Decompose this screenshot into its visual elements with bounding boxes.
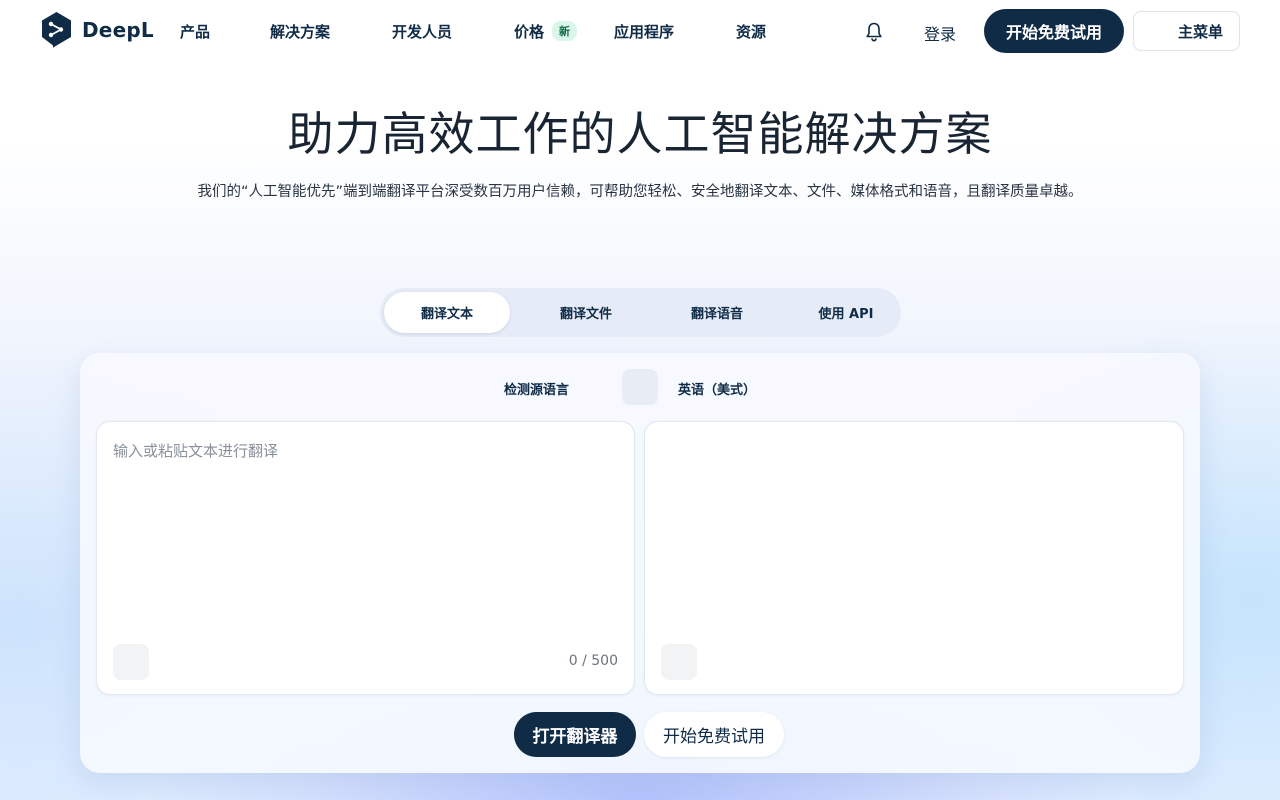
deepl-logo[interactable]: DeepL: [40, 11, 154, 49]
tab-translate-files[interactable]: 翻译文件: [523, 292, 649, 333]
nav-products[interactable]: 产品: [180, 21, 210, 42]
swap-languages-button[interactable]: [622, 369, 658, 405]
deepl-logo-icon: [42, 12, 71, 48]
speaker-button[interactable]: [661, 644, 697, 680]
feature-tabs: 翻译文本 翻译文件 翻译语音 使用 API: [380, 288, 901, 337]
page-title: 助力高效工作的人工智能解决方案: [287, 107, 993, 161]
top-navigation: DeepL 产品 解决方案 开发人员 价格新 应用程序 资源 登录 开始免费试用…: [0, 0, 1280, 64]
start-free-trial-button[interactable]: 开始免费试用: [984, 9, 1124, 53]
new-badge: 新: [552, 21, 578, 41]
tab-use-api[interactable]: 使用 API: [783, 292, 909, 333]
hero-subtitle: 我们的“人工智能优先”端到端翻译平台深受数百万用户信赖，可帮助您轻松、安全地翻译…: [197, 184, 1083, 200]
character-counter: 0 / 500: [568, 653, 618, 669]
source-text-panel: 0 / 500: [96, 421, 635, 695]
tab-translate-text[interactable]: 翻译文本: [384, 292, 510, 333]
login-link[interactable]: 登录: [924, 21, 956, 45]
nav-solutions[interactable]: 解决方案: [270, 21, 330, 42]
card-start-free-trial-button[interactable]: 开始免费试用: [644, 712, 784, 757]
bell-icon[interactable]: [862, 20, 886, 44]
source-language-selector[interactable]: 检测源语言: [504, 379, 569, 398]
open-translator-button[interactable]: 打开翻译器: [514, 712, 636, 757]
nav-resources[interactable]: 资源: [736, 21, 766, 42]
microphone-button[interactable]: [113, 644, 149, 680]
nav-developers[interactable]: 开发人员: [392, 21, 452, 42]
nav-pricing[interactable]: 价格新: [514, 21, 578, 42]
nav-pricing-label: 价格: [514, 23, 545, 41]
main-menu-button[interactable]: 主菜单: [1133, 11, 1240, 51]
nav-apps[interactable]: 应用程序: [614, 21, 674, 42]
tab-translate-speech[interactable]: 翻译语音: [654, 292, 780, 333]
target-language-selector[interactable]: 英语（美式）: [678, 379, 756, 398]
logo-text: DeepL: [82, 18, 154, 42]
source-text-input[interactable]: [113, 440, 613, 640]
target-text-panel: [644, 421, 1184, 695]
